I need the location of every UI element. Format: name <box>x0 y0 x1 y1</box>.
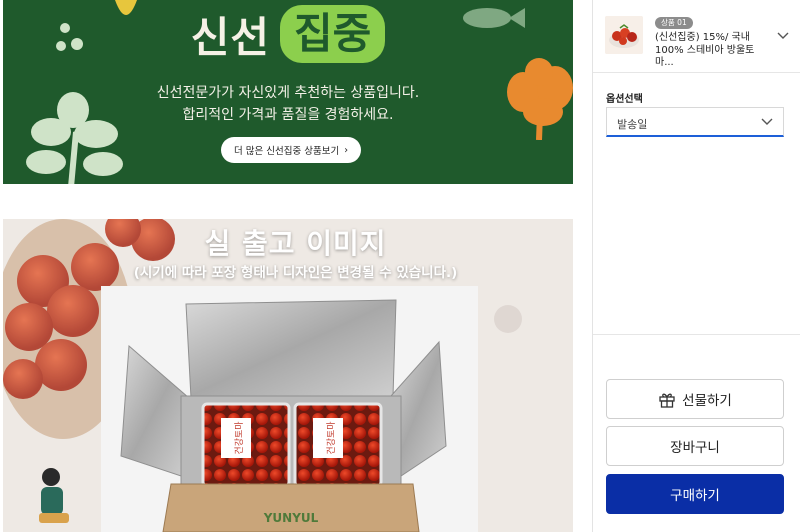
product-thumbnail <box>605 16 643 54</box>
cart-button[interactable]: 장바구니 <box>606 426 784 466</box>
product-number-badge: 상품 01 <box>655 17 693 29</box>
banner-title: 신선 집중 <box>3 4 573 64</box>
more-products-label: 더 많은 신선집중 상품보기 <box>233 146 340 157</box>
banner-description: 신선전문가가 자신있게 추천하는 상품입니다. 합리적인 가격과 품질을 경험하… <box>3 82 573 126</box>
panel-divider <box>593 334 800 335</box>
banner-desc-line2: 합리적인 가격과 품질을 경험하세요. <box>182 107 394 123</box>
option-select-label: 옵션선택 <box>606 94 643 105</box>
pack-label-left: 건강토마 <box>234 421 245 455</box>
cart-button-label: 장바구니 <box>670 440 720 456</box>
chevron-down-icon <box>761 118 773 125</box>
banner-desc-line1: 신선전문가가 자신있게 추천하는 상품입니다. <box>156 85 420 101</box>
gift-icon <box>659 393 675 408</box>
selected-product-row[interactable]: 상품 01 (신선집중) 15%/ 국내100% 스테비아 방울토마... <box>593 0 800 73</box>
shipping-image-section: 실 출고 이미지 (시기에 따라 포장 형태나 디자인은 변경될 수 있습니다.… <box>3 219 573 532</box>
shipping-date-select[interactable]: 발송일 <box>606 107 784 137</box>
pack-label-right: 건강토마 <box>326 421 337 455</box>
product-name: (신선집중) 15%/ 국내100% 스테비아 방울토마... <box>655 32 755 68</box>
chevron-right-icon: › <box>344 144 348 156</box>
banner-title-part2: 집중 <box>280 5 386 63</box>
insulated-box-illustration: 건강토마 건강토마 YUNYUL <box>101 286 478 532</box>
box-brand-text: YUNYUL <box>263 511 319 525</box>
banner-title-part1: 신선 <box>190 12 270 62</box>
shipping-date-select-value: 발송일 <box>617 118 648 131</box>
product-detail-content: 신선 집중 신선전문가가 자신있게 추천하는 상품입니다. 합리적인 가격과 품… <box>0 0 592 532</box>
product-thumbnail-image <box>605 16 643 54</box>
buy-button-label: 구매하기 <box>670 488 720 504</box>
purchase-panel: 상품 01 (신선집중) 15%/ 국내100% 스테비아 방울토마... 옵션… <box>592 0 800 532</box>
gift-button-label: 선물하기 <box>682 393 732 409</box>
shipping-image-caption: (시기에 따라 포장 형태나 디자인은 변경될 수 있습니다.) <box>133 265 458 281</box>
shipping-image-title: 실 출고 이미지 <box>204 227 387 260</box>
gift-button[interactable]: 선물하기 <box>606 379 784 419</box>
chevron-down-icon[interactable] <box>777 30 789 40</box>
fresh-focus-banner: 신선 집중 신선전문가가 자신있게 추천하는 상품입니다. 합리적인 가격과 품… <box>3 0 573 184</box>
buy-button[interactable]: 구매하기 <box>606 474 784 514</box>
product-box-image: 건강토마 건강토마 YUNYUL <box>101 286 478 532</box>
more-products-button[interactable]: 더 많은 신선집중 상품보기 › <box>221 137 361 163</box>
